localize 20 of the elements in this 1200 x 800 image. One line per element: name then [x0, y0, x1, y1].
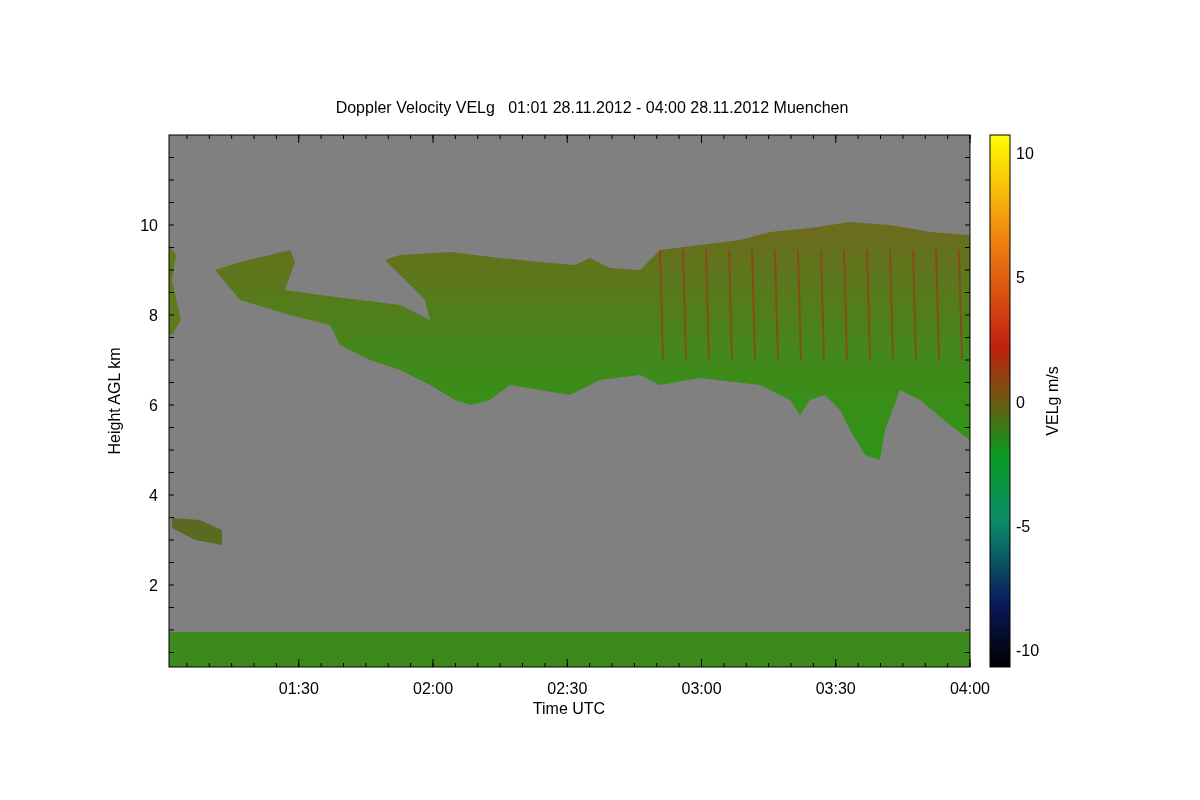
x-tick-label: 04:00: [950, 680, 990, 697]
y-tick-label: 6: [149, 397, 158, 414]
colorbar-label: VELg m/s: [1044, 366, 1061, 436]
x-tick-label: 03:30: [815, 680, 856, 697]
y-tick-label: 8: [149, 307, 158, 324]
x-tick-label: 03:00: [681, 680, 722, 697]
colorbar-tick-label: 0: [1016, 393, 1025, 411]
colorbar-tick-label: 10: [1016, 145, 1034, 162]
colorbar-tick-label: -10: [1016, 642, 1040, 660]
y-axis-label: Height AGL km: [106, 347, 123, 455]
y-tick-label: 4: [149, 487, 158, 504]
y-tick-label: 10: [140, 217, 158, 234]
colorbar-tick-label: -5: [1016, 517, 1031, 535]
x-tick-label: 01:30: [278, 680, 319, 697]
x-tick-label: 02:00: [413, 680, 454, 697]
y-tick-label: 2: [149, 577, 158, 594]
x-tick-label: 02:30: [547, 680, 588, 697]
colorbar-tick-label: 5: [1016, 269, 1025, 287]
chart-title: Doppler Velocity VELg 01:01 28.11.2012 - 04:00 28.11.2012 Muenchen: [335, 99, 849, 116]
x-axis-label: Time UTC: [532, 700, 606, 717]
